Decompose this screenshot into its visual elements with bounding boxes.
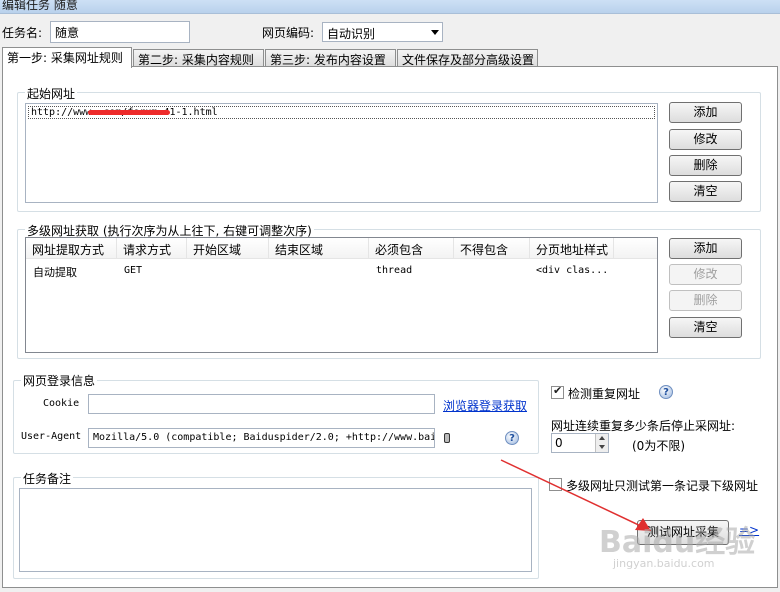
window-titlebar: 编辑任务 随意: [0, 0, 780, 14]
window-title: 编辑任务 随意: [2, 0, 78, 12]
browser-login-link[interactable]: 浏览器登录获取: [443, 397, 527, 414]
col-must-include[interactable]: 必须包含: [369, 238, 454, 259]
repeat-stop-stepper[interactable]: 0: [551, 433, 609, 453]
login-title: 网页登录信息: [21, 372, 98, 389]
add-start-url-button[interactable]: 添加: [669, 102, 742, 123]
add-multilevel-button[interactable]: 添加: [669, 238, 742, 259]
start-urls-list[interactable]: http://www. com/forum-41-1.html: [25, 103, 658, 203]
user-agent-input[interactable]: Mozilla/5.0 (compatible; Baiduspider/2.0…: [88, 428, 435, 448]
tab-step2[interactable]: 第二步: 采集内容规则: [133, 49, 264, 67]
clear-multilevel-button[interactable]: 清空: [669, 317, 742, 338]
check-duplicate-checkbox[interactable]: [551, 384, 564, 399]
multilevel-table[interactable]: 网址提取方式 请求方式 开始区域 结束区域 必须包含 不得包含 分页地址样式 自…: [25, 237, 658, 353]
row1-must-include[interactable]: thread: [376, 265, 412, 276]
cookie-input[interactable]: [88, 394, 435, 414]
clear-start-urls-button[interactable]: 清空: [669, 181, 742, 202]
col-must-exclude[interactable]: 不得包含: [454, 238, 530, 259]
user-agent-value: Mozilla/5.0 (compatible; Baiduspider/2.0…: [93, 432, 435, 443]
check-duplicate-help-icon[interactable]: ?: [659, 385, 673, 399]
col-filler: [614, 238, 657, 259]
edit-start-url-button[interactable]: 修改: [669, 129, 742, 150]
repeat-stop-label: 网址连续重复多少条后停止采网址:: [551, 419, 736, 433]
task-name-value: 随意: [55, 26, 80, 40]
col-page-style[interactable]: 分页地址样式: [530, 238, 614, 259]
repeat-stop-value: 0: [555, 436, 563, 450]
row1-request-method[interactable]: GET: [124, 265, 142, 276]
col-extract-method[interactable]: 网址提取方式: [26, 238, 117, 259]
cookie-label: Cookie: [43, 398, 80, 409]
task-name-label: 任务名:: [2, 26, 43, 40]
notes-textarea[interactable]: [19, 488, 532, 572]
delete-start-url-button[interactable]: 删除: [669, 155, 742, 176]
encoding-value: 自动识别: [327, 27, 376, 41]
delete-multilevel-button[interactable]: 删除: [669, 290, 742, 311]
check-duplicate-label: 检测重复网址: [568, 387, 641, 401]
stepper-down-icon[interactable]: [595, 443, 608, 452]
watermark-brand: Baidu经验: [599, 525, 756, 560]
user-agent-help-icon[interactable]: ?: [505, 431, 519, 445]
tab-step1[interactable]: 第一步: 采集网址规则: [2, 47, 132, 68]
step1-panel: 起始网址 http://www. com/forum-41-1.html 添加 …: [2, 66, 778, 588]
edit-multilevel-button[interactable]: 修改: [669, 264, 742, 285]
encoding-select[interactable]: 自动识别: [322, 22, 443, 42]
tab-step3[interactable]: 第三步: 发布内容设置: [265, 49, 396, 67]
task-name-input[interactable]: 随意: [50, 21, 190, 43]
chevron-down-icon: [431, 30, 439, 35]
encoding-label: 网页编码:: [262, 26, 315, 40]
row1-extract-method[interactable]: 自动提取: [33, 264, 77, 280]
col-request-method[interactable]: 请求方式: [117, 238, 187, 259]
col-start-region[interactable]: 开始区域: [187, 238, 269, 259]
col-end-region[interactable]: 结束区域: [269, 238, 369, 259]
user-agent-label: User-Agent: [21, 431, 82, 442]
dropdown-icon[interactable]: [444, 433, 450, 443]
row1-page-style[interactable]: <div clas...: [536, 265, 608, 276]
watermark-url: jingyan.baidu.com: [613, 557, 715, 570]
notes-title: 任务备注: [21, 470, 74, 487]
redaction-mark: [88, 110, 170, 115]
stepper-up-icon[interactable]: [595, 434, 608, 443]
start-urls-title: 起始网址: [25, 85, 78, 102]
tab-file-save[interactable]: 文件保存及部分高级设置: [397, 49, 538, 67]
